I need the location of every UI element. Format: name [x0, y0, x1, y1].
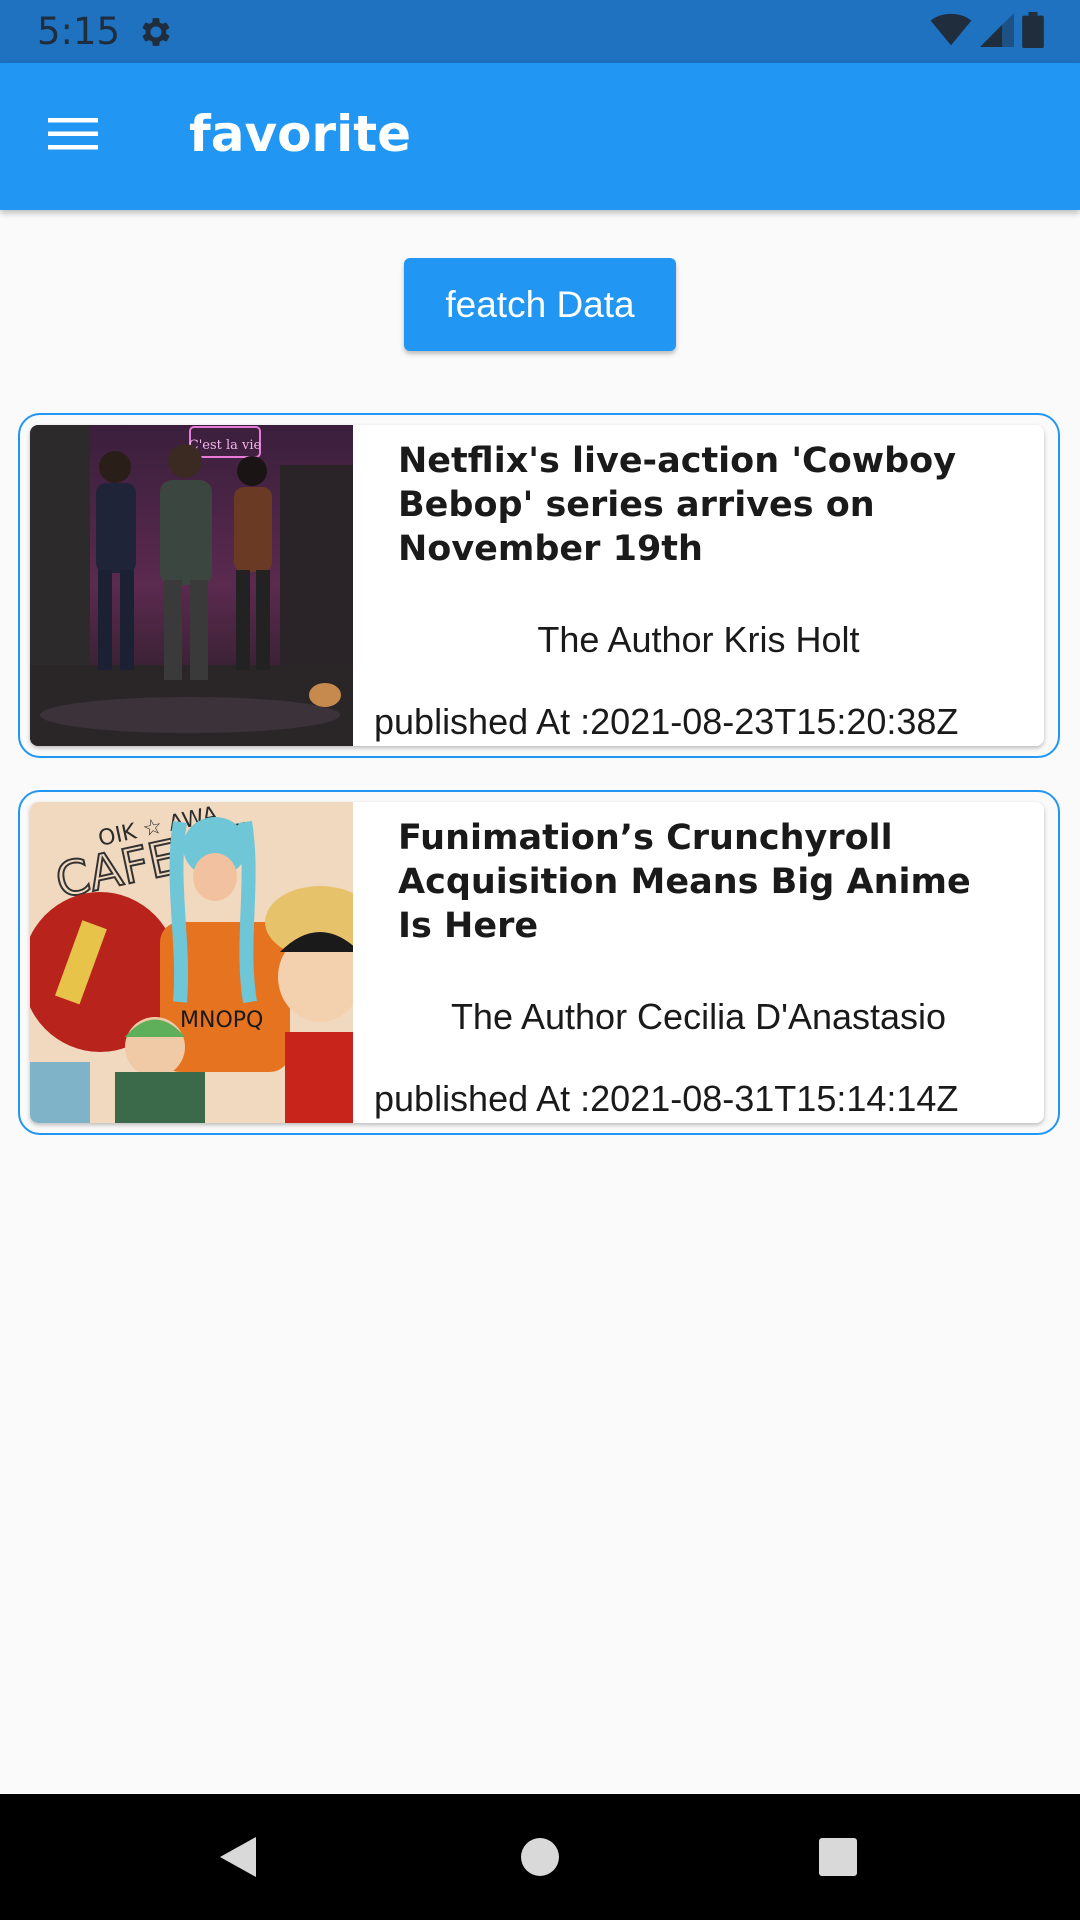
- back-button[interactable]: [208, 1829, 268, 1889]
- article-published: published At :2021-08-31T15:14:14Z: [374, 1078, 959, 1119]
- fetch-data-button[interactable]: featch Data: [404, 258, 676, 351]
- home-icon: [518, 1835, 562, 1884]
- home-button[interactable]: [510, 1829, 570, 1889]
- article-card[interactable]: C'est la vie Netflix's live-action 'Cowb…: [18, 413, 1060, 758]
- article-published: published At :2021-08-23T15:20:38Z: [374, 701, 959, 742]
- article-card-body: OIK ☆ AWA CAFE TE MNOPQ Funimation’s Cru…: [30, 802, 1044, 1123]
- signal-icon: [980, 12, 1014, 52]
- back-icon: [216, 1833, 260, 1886]
- article-card[interactable]: OIK ☆ AWA CAFE TE MNOPQ Funimation’s Cru…: [18, 790, 1060, 1135]
- app-bar: favorite: [0, 63, 1080, 210]
- svg-text:MNOPQ: MNOPQ: [180, 1008, 263, 1033]
- battery-icon: [1022, 11, 1044, 53]
- recents-button[interactable]: [808, 1829, 868, 1889]
- menu-icon: [48, 116, 98, 157]
- article-card-body: C'est la vie Netflix's live-action 'Cowb…: [30, 425, 1044, 746]
- article-thumbnail[interactable]: C'est la vie: [30, 425, 353, 746]
- status-bar: 5:15: [0, 0, 1080, 63]
- status-icons: [930, 11, 1044, 53]
- page-title: favorite: [189, 105, 412, 163]
- menu-button[interactable]: [40, 103, 106, 169]
- article-thumbnail[interactable]: OIK ☆ AWA CAFE TE MNOPQ: [30, 802, 353, 1123]
- article-title: Netflix's live-action 'Cowboy Bebop' ser…: [398, 441, 957, 569]
- wifi-icon: [930, 13, 972, 52]
- article-author: The Author Cecilia D'Anastasio: [450, 996, 947, 1037]
- navigation-bar: [0, 1794, 1080, 1920]
- svg-text:C'est la vie: C'est la vie: [189, 438, 262, 453]
- recents-icon: [816, 1835, 860, 1884]
- article-author: The Author Kris Holt: [537, 619, 860, 660]
- status-time: 5:15: [37, 10, 121, 53]
- settings-icon: [137, 13, 175, 51]
- article-title: Funimation’s Crunchyroll Acquisition Mea…: [398, 818, 971, 946]
